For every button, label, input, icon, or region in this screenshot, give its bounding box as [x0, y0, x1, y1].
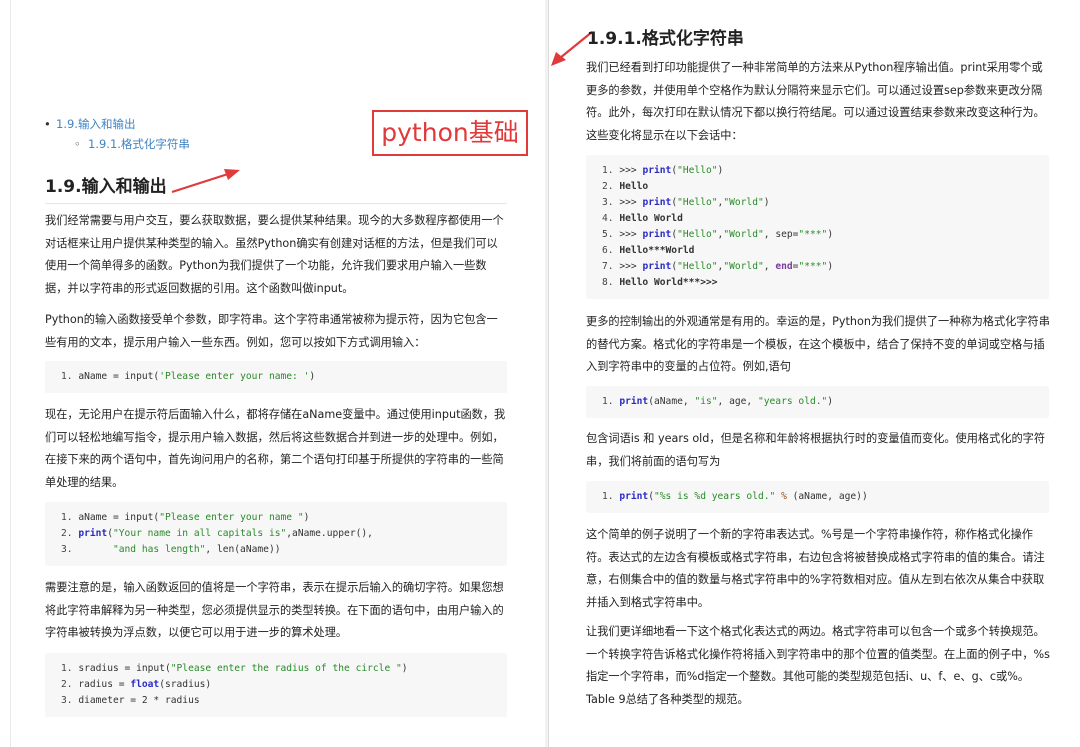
code-block-format-operator: 1. print("%s is %d years old." % (aName,…: [586, 481, 1049, 513]
code-block-radius: 1. sradius = input("Please enter the rad…: [45, 653, 507, 717]
paragraph-conversion-spec: 让我们更详细地看一下这个格式化表达式的两边。格式字符串可以包含一个或多个转换规范…: [586, 625, 1050, 706]
python-basics-stamp: python基础: [372, 110, 528, 156]
code-block-uppercase: 1. aName = input("Please enter your name…: [45, 502, 507, 566]
paragraph-is-years-old: 包含词语is 和 years old，但是名称和年龄将根据执行时的变量值而变化。…: [586, 432, 1046, 468]
table-of-contents: 1.9.输入和输出 1.9.1.格式化字符串: [44, 114, 190, 154]
section-heading-io: 1.9.输入和输出: [45, 172, 507, 204]
paragraph-type-conversion: 需要注意的是，输入函数返回的值将是一个字符串，表示在提示后输入的确切字符。如果您…: [45, 581, 504, 639]
toc-item-io[interactable]: 1.9.输入和输出: [44, 114, 190, 134]
code-block-print-session: 1. >>> print("Hello") 2. Hello 3. >>> pr…: [586, 155, 1049, 299]
paragraph-print-intro: 我们已经看到打印功能提供了一种非常简单的方法来从Python程序输出值。prin…: [586, 61, 1045, 142]
paragraph-input-intro: 我们经常需要与用户交互，要么获取数据，要么提供某种结果。现今的大多数程序都使用一…: [45, 214, 504, 295]
paragraph-input-prompt: Python的输入函数接受单个参数，即字符串。这个字符串通常被称为提示符，因为它…: [45, 313, 498, 349]
toc-item-format-string[interactable]: 1.9.1.格式化字符串: [44, 134, 190, 154]
paragraph-format-operator: 这个简单的例子说明了一个新的字符串表达式。%号是一个字符串操作符，称作格式化操作…: [586, 528, 1045, 609]
section-heading-format-string: 1.9.1.格式化字符串: [587, 29, 744, 49]
paragraph-format-alternative: 更多的控制输出的外观通常是有用的。幸运的是，Python为我们提供了一种称为格式…: [586, 315, 1050, 373]
code-block-input: 1. aName = input('Please enter your name…: [45, 361, 507, 393]
code-block-print-statement: 1. print(aName, "is", age, "years old."): [586, 386, 1049, 418]
paragraph-aname-variable: 现在，无论用户在提示符后面输入什么，都将存储在aName变量中。通过使用inpu…: [45, 408, 506, 489]
